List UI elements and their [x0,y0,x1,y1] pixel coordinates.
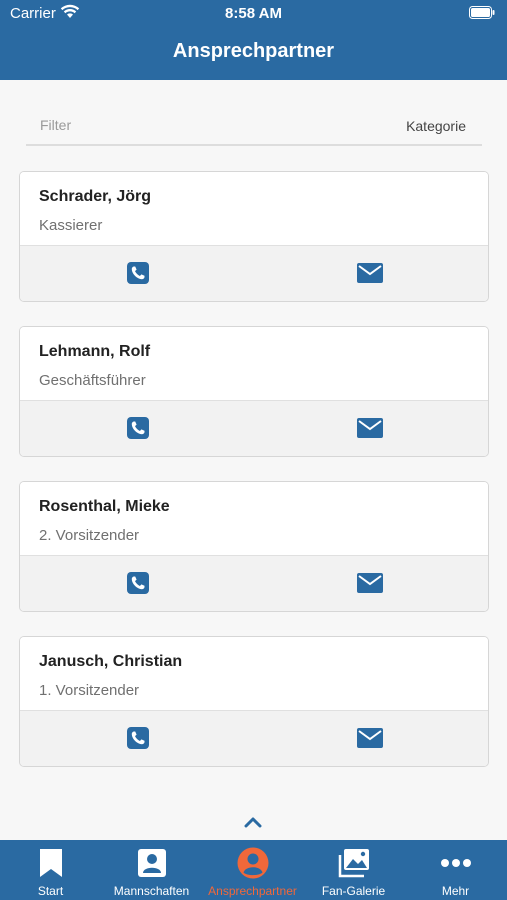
tab-label: Start [37,884,64,898]
contact-role: Geschäftsführer [39,372,146,389]
tab-mannschaften[interactable]: Mannschaften [101,840,202,900]
email-button[interactable] [355,260,385,286]
call-button[interactable] [123,260,153,286]
tab-bar: Start Mannschaften Ansprechpartner Fan-G… [0,840,507,900]
category-dropdown[interactable]: Kategorie [406,118,466,134]
contact-role: 1. Vorsitzender [39,682,140,699]
mail-icon [357,263,383,283]
contact-info: Janusch, Christian 1. Vorsitzender [20,637,488,711]
tab-label: Mannschaften [113,884,190,898]
person-circle-icon [236,846,270,880]
filter-bar: Kategorie [26,106,482,146]
contact-card: Schrader, Jörg Kassierer [19,171,489,302]
contact-info: Schrader, Jörg Kassierer [20,172,488,246]
contact-card: Rosenthal, Mieke 2. Vorsitzender [19,481,489,612]
call-button[interactable] [123,725,153,751]
page-title: Ansprechpartner [172,40,335,62]
tab-mehr[interactable]: Mehr [405,840,506,900]
contact-card-icon [135,846,169,880]
battery-icon [469,6,495,23]
clock: 8:58 AM [225,5,282,22]
contact-role: 2. Vorsitzender [39,527,140,544]
contact-actions [20,711,488,766]
phone-icon [127,572,149,594]
mail-icon [357,418,383,438]
email-button[interactable] [355,415,385,441]
status-bar: Carrier 8:58 AM [0,0,507,28]
mail-icon [357,728,383,748]
contact-info: Lehmann, Rolf Geschäftsführer [20,327,488,401]
tab-ansprechpartner[interactable]: Ansprechpartner [202,840,303,900]
call-button[interactable] [123,570,153,596]
phone-icon [127,262,149,284]
contact-role: Kassierer [39,217,103,234]
gallery-icon [337,846,371,880]
filter-input[interactable] [40,117,290,133]
contact-card: Lehmann, Rolf Geschäftsführer [19,326,489,457]
phone-icon [127,417,149,439]
contact-info: Rosenthal, Mieke 2. Vorsitzender [20,482,488,556]
more-dots-icon [439,846,473,880]
call-button[interactable] [123,415,153,441]
tab-label: Ansprechpartner [208,884,297,898]
contact-name: Rosenthal, Mieke [39,498,170,515]
bookmark-icon [34,846,68,880]
tab-label: Fan-Galerie [321,884,386,898]
contact-actions [20,556,488,611]
email-button[interactable] [355,725,385,751]
mail-icon [357,573,383,593]
contact-card: Janusch, Christian 1. Vorsitzender [19,636,489,767]
email-button[interactable] [355,570,385,596]
contact-actions [20,246,488,301]
scroll-to-top-button[interactable] [241,812,265,832]
phone-icon [127,727,149,749]
tab-start[interactable]: Start [0,840,101,900]
tab-fan-galerie[interactable]: Fan-Galerie [303,840,404,900]
contact-name: Lehmann, Rolf [39,343,151,360]
chevron-up-icon [244,817,262,828]
tab-label: Mehr [441,884,470,898]
contact-name: Schrader, Jörg [39,188,152,205]
header: Carrier 8:58 AM Ansprechpartner [0,0,507,80]
app-screen: Carrier 8:58 AM Ansprechpartner Kategor [0,0,507,900]
contact-name: Janusch, Christian [39,653,183,670]
contact-actions [20,401,488,456]
